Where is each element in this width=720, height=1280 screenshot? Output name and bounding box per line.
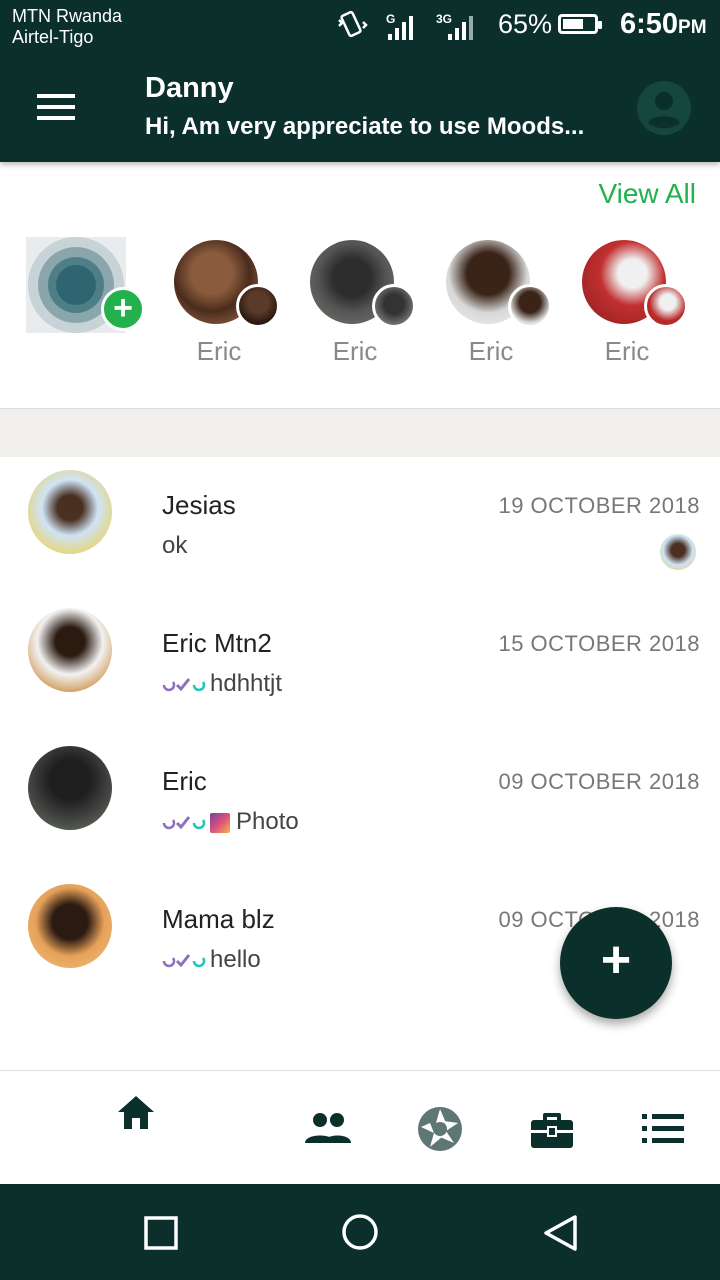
story-avatar — [174, 240, 280, 328]
add-status-button[interactable]: + — [101, 287, 145, 331]
chat-avatar — [28, 884, 112, 968]
read-ticks-icon — [162, 677, 206, 691]
story-label: Eric — [468, 336, 514, 366]
chat-name: Eric — [162, 766, 207, 796]
chat-avatar — [28, 470, 112, 554]
chat-message-text: hello — [210, 946, 261, 973]
account-circle-icon[interactable] — [636, 80, 692, 136]
chat-row[interactable]: Eric 09 OCTOBER 2018 Photo — [0, 746, 720, 866]
view-all-link[interactable]: View All — [598, 178, 696, 210]
chat-message: ok — [162, 532, 187, 560]
header-status: Hi, Am very appreciate to use Moods... — [145, 113, 585, 140]
vibrate-icon — [338, 10, 368, 38]
chat-name: Eric Mtn2 — [162, 628, 272, 658]
chat-message-text: ok — [162, 532, 188, 559]
briefcase-icon[interactable] — [530, 1111, 574, 1149]
chat-row[interactable]: Jesias 19 OCTOBER 2018 ok — [0, 470, 720, 590]
story-thumbnail — [644, 284, 688, 328]
photo-icon — [210, 812, 230, 833]
chat-message: hello — [162, 946, 261, 974]
battery-icon — [558, 14, 602, 34]
story-label: Eric — [196, 336, 242, 366]
story-thumbnail — [236, 284, 280, 328]
header-name: Danny — [145, 72, 234, 104]
chat-name: Mama blz — [162, 904, 275, 934]
story-avatar — [582, 240, 688, 328]
story-item[interactable]: Eric — [582, 240, 688, 366]
chat-message: Photo — [162, 808, 299, 836]
chat-message-text: hdhhtjt — [210, 670, 283, 697]
back-triangle-icon[interactable] — [542, 1214, 578, 1252]
carrier-secondary: Airtel-Tigo — [12, 27, 94, 47]
app-bar: Danny Hi, Am very appreciate to use Mood… — [0, 50, 720, 162]
battery-percentage: 65% — [498, 9, 553, 39]
section-divider — [0, 408, 720, 457]
carrier-primary: MTN Rwanda — [12, 6, 123, 26]
camera-aperture-icon[interactable] — [416, 1105, 464, 1153]
new-chat-button[interactable]: + — [560, 907, 672, 1019]
clock-time: 6:50 — [620, 8, 679, 40]
chat-name: Jesias — [162, 490, 236, 520]
network-type-2: 3G — [436, 12, 452, 26]
chat-avatar — [28, 746, 112, 830]
clock-ampm: PM — [678, 17, 707, 38]
story-label: Eric — [332, 336, 378, 366]
story-avatar — [446, 240, 552, 328]
chat-date: 09 OCTOBER 2018 — [498, 769, 700, 794]
sender-mini-avatar — [660, 534, 696, 570]
status-bar: MTN Rwanda Airtel-Tigo G 3G 65% 6:50PM — [0, 0, 720, 50]
story-label: Eric — [604, 336, 650, 366]
list-icon[interactable] — [642, 1113, 684, 1145]
story-thumbnail — [508, 284, 552, 328]
story-item[interactable]: Eric — [310, 240, 416, 366]
read-ticks-icon — [162, 953, 206, 967]
story-thumbnail — [372, 284, 416, 328]
chat-row[interactable]: Eric Mtn2 15 OCTOBER 2018 hdhhtjt — [0, 608, 720, 728]
bottom-navigation — [0, 1070, 720, 1185]
home-circle-icon[interactable] — [341, 1213, 379, 1251]
story-item[interactable]: Eric — [446, 240, 552, 366]
plus-icon: + — [600, 931, 632, 989]
story-item[interactable]: Eric — [174, 240, 280, 366]
story-avatar — [310, 240, 416, 328]
chat-message: hdhhtjt — [162, 670, 282, 698]
chat-message-text: Photo — [236, 808, 299, 835]
menu-icon[interactable] — [37, 94, 75, 120]
chat-date: 19 OCTOBER 2018 — [498, 493, 700, 518]
chat-avatar — [28, 608, 112, 692]
recents-square-icon[interactable] — [144, 1216, 178, 1250]
read-ticks-icon — [162, 815, 206, 829]
network-type-1: G — [386, 12, 395, 26]
chat-date: 15 OCTOBER 2018 — [498, 631, 700, 656]
clock: 6:50PM — [620, 8, 707, 41]
system-navigation-bar — [0, 1184, 720, 1280]
home-icon[interactable] — [114, 1093, 158, 1133]
signal-icons: G 3G — [338, 10, 473, 40]
people-icon[interactable] — [304, 1111, 352, 1147]
